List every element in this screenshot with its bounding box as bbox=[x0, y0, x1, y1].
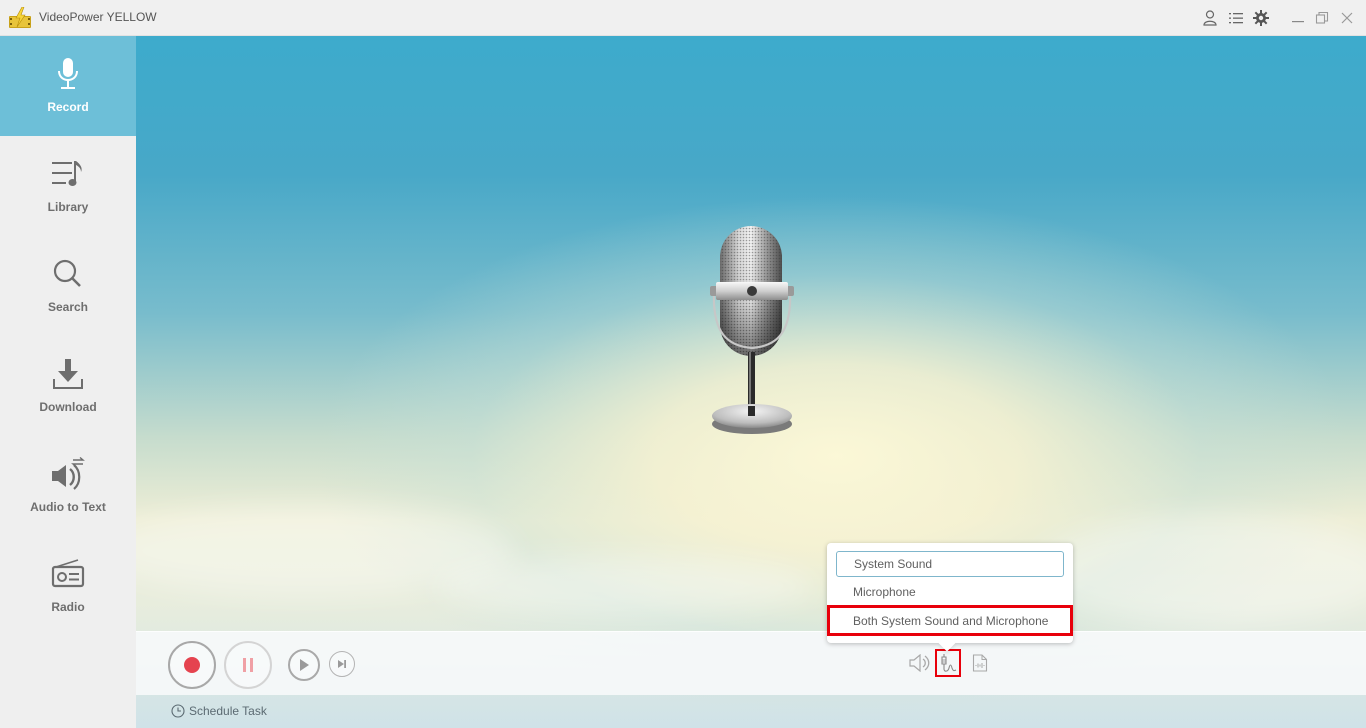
record-dot-icon bbox=[184, 657, 200, 673]
play-button[interactable] bbox=[288, 649, 320, 681]
radio-icon bbox=[48, 556, 88, 592]
sidebar-item-label: Radio bbox=[51, 600, 85, 614]
app-logo-icon bbox=[9, 7, 31, 28]
search-icon bbox=[48, 256, 88, 292]
sidebar: Record Library Search Download Audio to … bbox=[0, 36, 136, 728]
record-panel: Schedule Task System Sound Microphone Bo… bbox=[136, 36, 1366, 728]
next-button[interactable] bbox=[329, 651, 355, 677]
menu-list-icon[interactable] bbox=[1227, 9, 1245, 27]
sidebar-item-radio[interactable]: Radio bbox=[0, 536, 136, 636]
sidebar-item-label: Library bbox=[47, 200, 89, 214]
speaker-icon[interactable] bbox=[907, 649, 933, 677]
minimize-icon[interactable] bbox=[1289, 9, 1307, 27]
pause-button[interactable] bbox=[224, 641, 272, 689]
title-bar: VideoPower YELLOW bbox=[0, 0, 1366, 36]
close-icon[interactable] bbox=[1338, 9, 1356, 27]
bottom-bar: Schedule Task bbox=[136, 695, 1366, 728]
music-list-icon bbox=[48, 156, 88, 192]
audio-jack-icon[interactable] bbox=[935, 649, 961, 677]
sidebar-item-label: Audio to Text bbox=[30, 500, 106, 514]
audio-source-option-microphone[interactable]: Microphone bbox=[836, 579, 1064, 605]
schedule-task-label: Schedule Task bbox=[189, 704, 267, 718]
cloud-decoration bbox=[1036, 516, 1366, 626]
sidebar-item-download[interactable]: Download bbox=[0, 336, 136, 436]
gear-icon[interactable] bbox=[1252, 9, 1270, 27]
play-icon bbox=[300, 659, 309, 671]
cloud-decoration bbox=[436, 556, 816, 616]
sidebar-item-label: Search bbox=[47, 300, 89, 314]
audio-source-menu: System Sound Microphone Both System Soun… bbox=[827, 543, 1073, 652]
playback-control-bar bbox=[136, 631, 1366, 695]
user-icon[interactable] bbox=[1201, 9, 1219, 27]
audio-source-option-system-sound[interactable]: System Sound bbox=[836, 551, 1064, 577]
sidebar-item-search[interactable]: Search bbox=[0, 236, 136, 336]
schedule-task-button[interactable]: Schedule Task bbox=[171, 704, 267, 718]
record-button[interactable] bbox=[168, 641, 216, 689]
app-title: VideoPower YELLOW bbox=[39, 10, 157, 24]
pause-icon bbox=[243, 658, 253, 672]
sidebar-item-library[interactable]: Library bbox=[0, 136, 136, 236]
clock-icon bbox=[171, 704, 185, 718]
microphone-icon bbox=[48, 56, 88, 92]
audio-file-icon[interactable] bbox=[967, 649, 993, 677]
speaker-convert-icon bbox=[48, 456, 88, 492]
sidebar-item-record[interactable]: Record bbox=[0, 36, 136, 136]
restore-icon[interactable] bbox=[1313, 9, 1331, 27]
sidebar-item-audio-to-text[interactable]: Audio to Text bbox=[0, 436, 136, 536]
download-icon bbox=[48, 356, 88, 392]
sidebar-item-label: Download bbox=[39, 400, 97, 414]
sidebar-item-label: Record bbox=[47, 100, 89, 114]
vintage-microphone-icon bbox=[710, 226, 794, 434]
skip-next-icon bbox=[338, 660, 346, 668]
audio-source-option-both[interactable]: Both System Sound and Microphone bbox=[827, 605, 1073, 636]
